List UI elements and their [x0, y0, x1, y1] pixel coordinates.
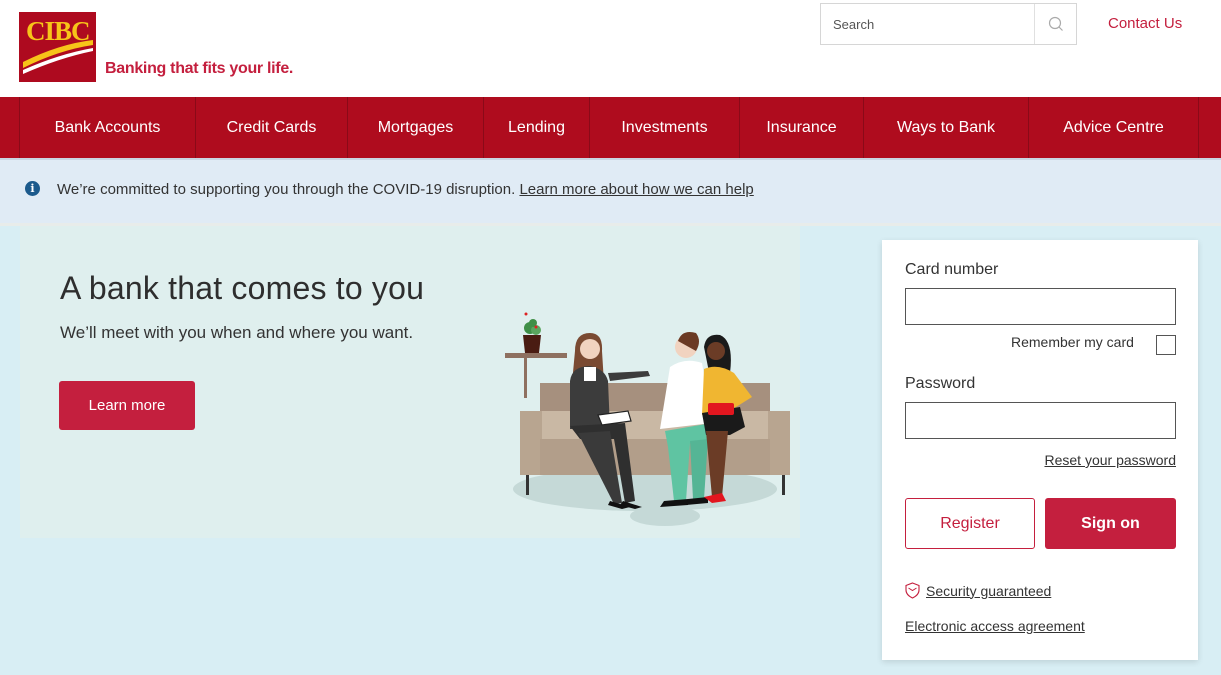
covid-learn-more-link[interactable]: Learn more about how we can help — [519, 181, 753, 198]
hero-title: A bank that comes to you — [60, 270, 425, 306]
search-box — [820, 3, 1077, 45]
nav-item-credit-cards[interactable]: Credit Cards — [196, 97, 348, 158]
nav-item-lending[interactable]: Lending — [484, 97, 590, 158]
reset-password-link[interactable]: Reset your password — [1044, 452, 1176, 468]
register-button[interactable]: Register — [905, 498, 1035, 549]
main-nav: Bank Accounts Credit Cards Mortgages Len… — [0, 97, 1221, 158]
shield-icon — [905, 582, 920, 599]
password-label: Password — [905, 375, 976, 392]
nav-item-mortgages[interactable]: Mortgages — [348, 97, 484, 158]
info-icon: i — [25, 181, 40, 196]
sign-on-card: Card number Remember my card Password Re… — [882, 240, 1198, 660]
nav-divider — [0, 97, 20, 158]
contact-us-link[interactable]: Contact Us — [1108, 15, 1182, 32]
site-header: CIBC Banking that fits your life. Contac… — [0, 0, 1221, 97]
remember-card-label: Remember my card — [1011, 334, 1134, 350]
hero-banner: A bank that comes to you We’ll meet with… — [20, 226, 800, 538]
sign-on-button[interactable]: Sign on — [1045, 498, 1176, 549]
card-number-input[interactable] — [905, 288, 1176, 325]
hero-subtitle: We’ll meet with you when and where you w… — [60, 323, 414, 342]
search-button[interactable] — [1034, 4, 1076, 44]
electronic-access-agreement-link[interactable]: Electronic access agreement — [905, 618, 1085, 634]
nav-item-advice-centre[interactable]: Advice Centre — [1029, 97, 1199, 158]
notice-message: We’re committed to supporting you throug… — [57, 181, 520, 198]
learn-more-button[interactable]: Learn more — [59, 381, 195, 430]
advisor-meeting-illustration — [505, 312, 790, 526]
remember-card-checkbox[interactable] — [1156, 335, 1176, 355]
search-icon — [1048, 16, 1063, 31]
security-guaranteed-link[interactable]: Security guaranteed — [926, 583, 1051, 599]
card-number-label: Card number — [905, 261, 999, 278]
covid-notice-banner: i We’re committed to supporting you thro… — [0, 158, 1221, 223]
nav-item-bank-accounts[interactable]: Bank Accounts — [20, 97, 196, 158]
cibc-logo[interactable]: CIBC — [19, 12, 96, 82]
tagline: Banking that fits your life. — [105, 60, 294, 77]
nav-item-insurance[interactable]: Insurance — [740, 97, 864, 158]
notice-text: We’re committed to supporting you throug… — [57, 181, 754, 198]
search-input[interactable] — [821, 4, 1035, 44]
logo-text: CIBC — [26, 16, 91, 46]
security-guaranteed: Security guaranteed — [905, 582, 1051, 599]
password-input[interactable] — [905, 402, 1176, 439]
nav-item-ways-to-bank[interactable]: Ways to Bank — [864, 97, 1029, 158]
nav-item-investments[interactable]: Investments — [590, 97, 740, 158]
